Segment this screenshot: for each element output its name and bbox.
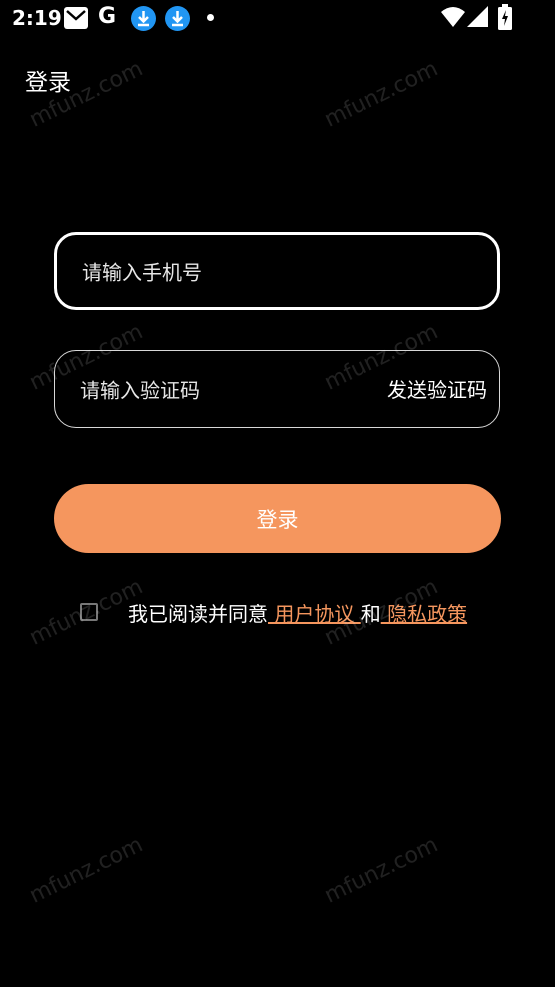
login-button[interactable]: 登录 [54,484,501,553]
watermark: mfunz.com [320,832,442,909]
watermark: mfunz.com [25,832,147,909]
agreement-row: 我已阅读并同意 用户协议 和 隐私政策 [80,598,510,630]
verification-code-input[interactable]: 请输入验证码 发送验证码 [54,350,500,428]
google-icon: G [98,4,117,29]
battery-charging-icon [498,4,512,34]
watermark: mfunz.com [320,56,442,133]
mail-icon [64,7,88,29]
dot-icon [207,14,214,21]
code-input-placeholder: 请输入验证码 [80,378,200,403]
signal-icon [467,6,489,32]
phone-input-placeholder: 请输入手机号 [82,260,202,285]
send-code-button[interactable]: 发送验证码 [387,374,487,403]
download-icon [131,6,156,31]
status-time: 2:19 [12,6,62,30]
wifi-icon [441,6,465,32]
agreement-prefix: 我已阅读并同意 [128,602,268,626]
status-bar: 2:19 G [0,0,555,38]
download-icon [165,6,190,31]
phone-input[interactable]: 请输入手机号 [54,232,500,310]
